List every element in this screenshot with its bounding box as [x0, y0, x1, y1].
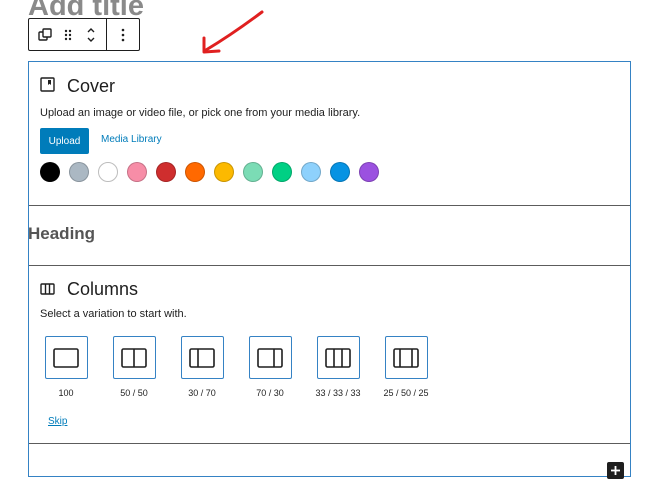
- move-up-down-icon[interactable]: [81, 21, 101, 49]
- columns-title: Columns: [67, 279, 139, 299]
- variation-50-50[interactable]: 50 / 50: [112, 336, 180, 398]
- variation-25-50-25[interactable]: 25 / 50 / 25: [383, 336, 452, 398]
- variation-33-33-33[interactable]: 33 / 33 / 33: [315, 336, 384, 398]
- color-swatch[interactable]: [69, 162, 89, 182]
- empty-paragraph-block[interactable]: [29, 443, 630, 477]
- toolbar-left-group: [29, 19, 107, 50]
- columns-instructions: Select a variation to start with.: [40, 308, 187, 320]
- block-toolbar: [28, 18, 140, 51]
- drag-handle-icon[interactable]: [58, 21, 78, 49]
- columns-block[interactable]: Columns Select a variation to start with…: [29, 265, 630, 444]
- variation-label: 100: [58, 388, 74, 398]
- color-swatch[interactable]: [330, 162, 350, 182]
- color-swatch[interactable]: [40, 162, 60, 182]
- color-swatch[interactable]: [185, 162, 205, 182]
- upload-button[interactable]: Upload: [40, 128, 89, 154]
- cover-title: Cover: [67, 76, 116, 96]
- variation-30-70-icon: [180, 336, 224, 379]
- annotation-arrow-icon: [202, 10, 264, 54]
- toolbar-right-group: [107, 19, 139, 50]
- cover-block[interactable]: Cover Upload an image or video file, or …: [29, 62, 630, 206]
- color-swatch[interactable]: [214, 162, 234, 182]
- plus-icon: [611, 466, 620, 475]
- variation-70-30[interactable]: 70 / 30: [248, 336, 316, 398]
- variation-50-50-icon: [112, 336, 156, 379]
- columns-heading: Columns: [40, 279, 138, 300]
- editor-canvas: Cover Upload an image or video file, or …: [28, 61, 631, 477]
- variation-70-30-icon: [248, 336, 292, 379]
- cover-icon: [40, 76, 55, 97]
- variation-100[interactable]: 100: [44, 336, 112, 398]
- media-library-button[interactable]: Media Library: [101, 134, 162, 145]
- color-swatch[interactable]: [127, 162, 147, 182]
- heading-text[interactable]: Heading: [28, 224, 95, 244]
- color-swatch[interactable]: [359, 162, 379, 182]
- color-swatch[interactable]: [243, 162, 263, 182]
- cover-instructions: Upload an image or video file, or pick o…: [40, 107, 361, 119]
- more-options-icon[interactable]: [113, 21, 133, 49]
- cover-heading: Cover: [40, 76, 115, 97]
- variation-30-70[interactable]: 30 / 70: [180, 336, 248, 398]
- block-transform-icon[interactable]: [35, 21, 55, 49]
- variation-33-33-33-icon: [316, 336, 360, 379]
- color-swatch[interactable]: [301, 162, 321, 182]
- color-swatch[interactable]: [156, 162, 176, 182]
- columns-icon: [40, 279, 55, 300]
- color-swatch[interactable]: [272, 162, 292, 182]
- column-variations: 100 50 / 50 30 / 70 70 / 30 33 / 33 / 33…: [44, 336, 452, 398]
- block-inserter-button[interactable]: [607, 462, 624, 479]
- skip-link[interactable]: Skip: [48, 416, 67, 427]
- variation-label: 30 / 70: [188, 388, 216, 398]
- variation-label: 25 / 50 / 25: [383, 388, 429, 398]
- color-swatches: [40, 162, 379, 182]
- heading-block[interactable]: Heading: [28, 205, 630, 266]
- variation-label: 50 / 50: [120, 388, 148, 398]
- variation-25-50-25-icon: [384, 336, 428, 379]
- color-swatch[interactable]: [98, 162, 118, 182]
- variation-label: 33 / 33 / 33: [315, 388, 361, 398]
- variation-100-icon: [44, 336, 88, 379]
- variation-label: 70 / 30: [256, 388, 284, 398]
